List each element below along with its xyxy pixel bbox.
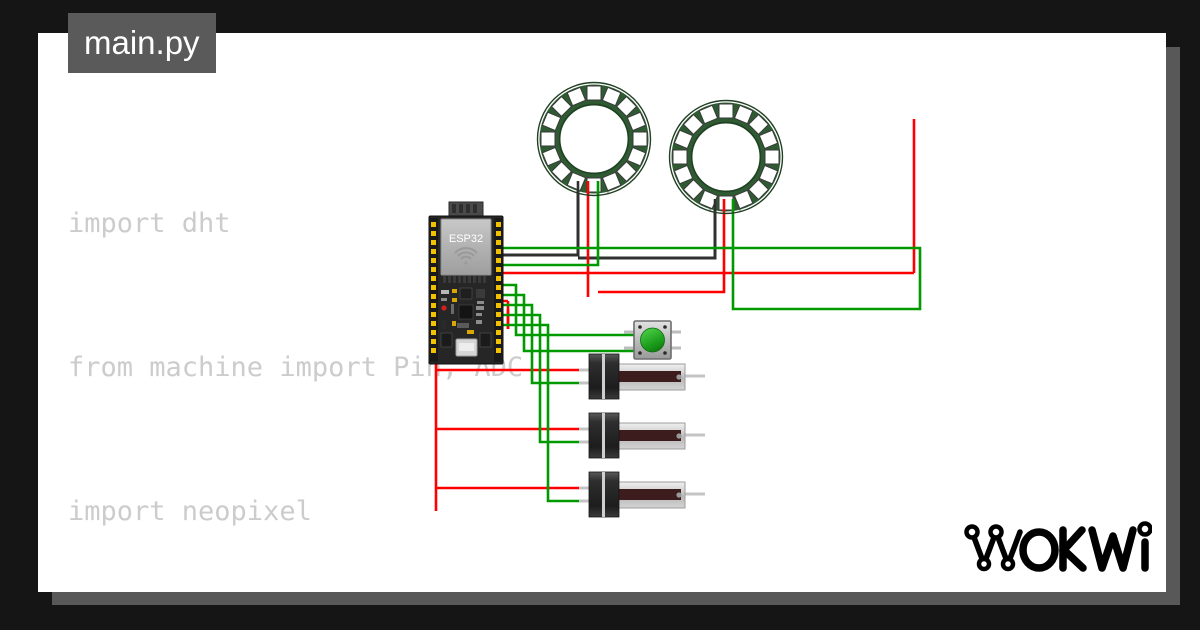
neopixel-ring-1[interactable]: [536, 81, 652, 197]
slide-potentiometer-3[interactable]: [579, 471, 705, 518]
pushbutton-cap: [640, 327, 665, 353]
wokwi-wordmark: [1019, 526, 1149, 572]
slide-potentiometer-1[interactable]: [579, 353, 705, 400]
esp32-chip-label: ESP32: [449, 233, 483, 245]
neopixel-ring-2[interactable]: [668, 99, 784, 215]
file-tab-main-py[interactable]: main.py: [68, 13, 216, 73]
pushbutton[interactable]: [624, 320, 681, 360]
screenshot-root: import dht from machine import Pin, ADC …: [0, 0, 1200, 630]
esp32-devkit-board[interactable]: ESP32: [428, 201, 504, 365]
signal-wires: [497, 185, 922, 503]
board-pins-right: [496, 222, 501, 353]
wokwi-logo: WOKWi: [964, 521, 1152, 572]
slide-potentiometer-2[interactable]: [579, 412, 705, 459]
board-pins-left: [431, 222, 436, 353]
wokwi-dot-i: [1137, 521, 1152, 537]
circuit-diagram: ESP32: [428, 81, 922, 518]
